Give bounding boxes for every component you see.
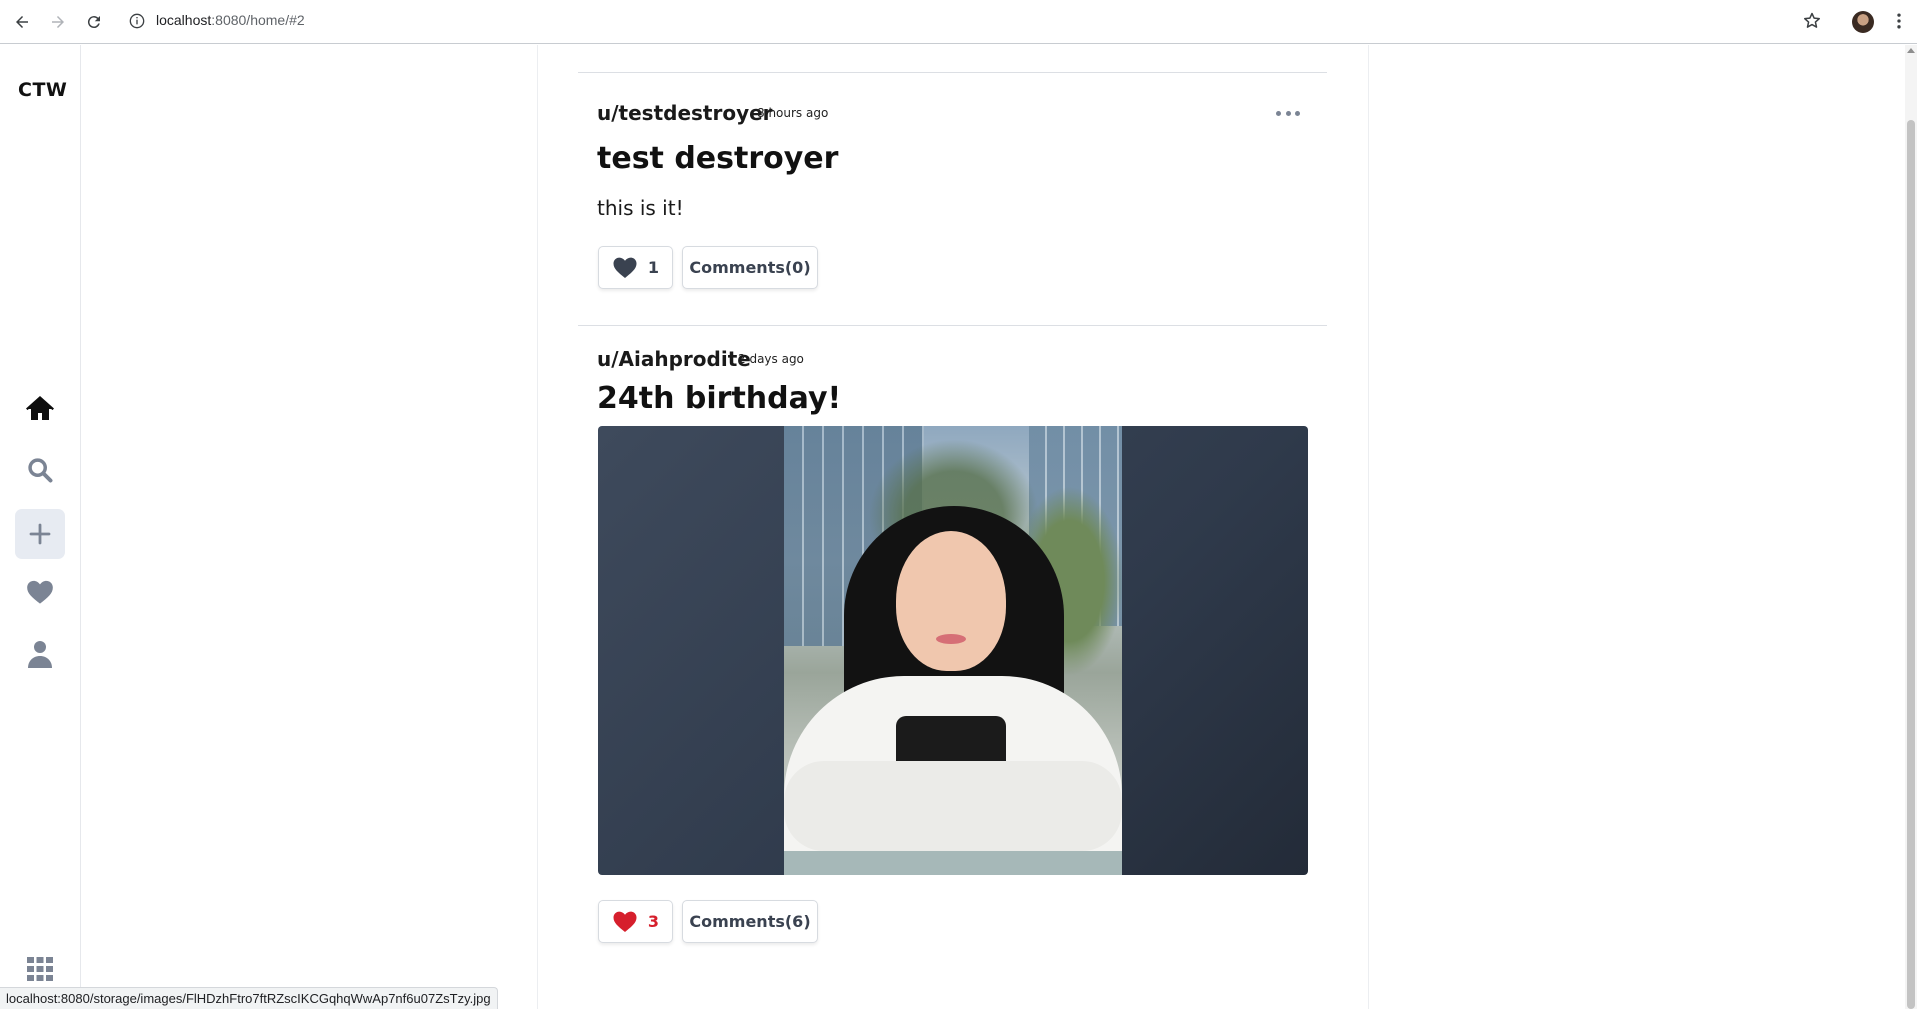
sidebar-item-create[interactable]	[15, 509, 65, 559]
like-count: 3	[647, 912, 660, 931]
browser-toolbar: localhost:8080/home/#2	[0, 0, 1917, 44]
post-timestamp: 8 hours ago	[757, 106, 829, 120]
post-divider	[578, 325, 1327, 326]
more-options-icon[interactable]	[1276, 105, 1300, 121]
post-image[interactable]	[598, 426, 1308, 875]
scrollbar-thumb[interactable]	[1907, 120, 1915, 1009]
address-bar[interactable]: localhost:8080/home/#2	[156, 12, 305, 28]
post-title: test destroyer	[597, 141, 839, 176]
post-author[interactable]: u/Aiahprodite	[597, 347, 751, 371]
arrow-left-icon	[16, 16, 28, 28]
heart-icon	[613, 257, 637, 278]
home-icon	[26, 396, 54, 420]
post-author[interactable]: u/testdestroyer	[597, 101, 773, 125]
grid-icon	[27, 957, 53, 981]
reload-icon	[87, 16, 100, 29]
search-icon	[28, 458, 53, 483]
link-status-bar: localhost:8080/storage/images/FlHDzhFtro…	[0, 987, 498, 1009]
sidebar-item-home[interactable]	[15, 384, 65, 434]
post-body: this is it!	[597, 196, 684, 220]
reload-button[interactable]	[82, 10, 106, 34]
arrow-right-icon	[52, 16, 64, 28]
like-button[interactable]: 1	[598, 246, 673, 289]
forward-button[interactable]	[46, 10, 70, 34]
plus-icon	[29, 523, 51, 545]
back-button[interactable]	[10, 10, 34, 34]
user-icon	[28, 641, 52, 668]
heart-filled-icon	[613, 911, 637, 932]
app-logo[interactable]: CTW	[18, 79, 67, 101]
profile-avatar[interactable]	[1852, 11, 1874, 33]
post-timestamp: 2 days ago	[738, 352, 804, 366]
sidebar-item-profile[interactable]	[15, 629, 65, 679]
post-divider	[578, 72, 1327, 73]
url-path: :8080/home/#2	[211, 12, 305, 28]
post-photo	[784, 426, 1122, 875]
like-count: 1	[647, 258, 660, 277]
sidebar-item-search[interactable]	[15, 445, 65, 495]
scroll-up-arrow-icon[interactable]	[1907, 48, 1915, 53]
sidebar-item-likes[interactable]	[15, 567, 65, 617]
bookmark-star-icon[interactable]	[1802, 11, 1822, 31]
comments-button[interactable]: Comments(0)	[682, 246, 818, 289]
post-title: 24th birthday!	[597, 381, 842, 416]
browser-menu-icon[interactable]	[1889, 11, 1909, 31]
sidebar: CTW	[0, 45, 81, 1009]
like-button[interactable]: 3	[598, 900, 673, 943]
comments-button[interactable]: Comments(6)	[682, 900, 818, 943]
heart-icon	[27, 580, 53, 604]
site-info-icon[interactable]	[129, 13, 145, 29]
url-host: localhost	[156, 12, 212, 28]
